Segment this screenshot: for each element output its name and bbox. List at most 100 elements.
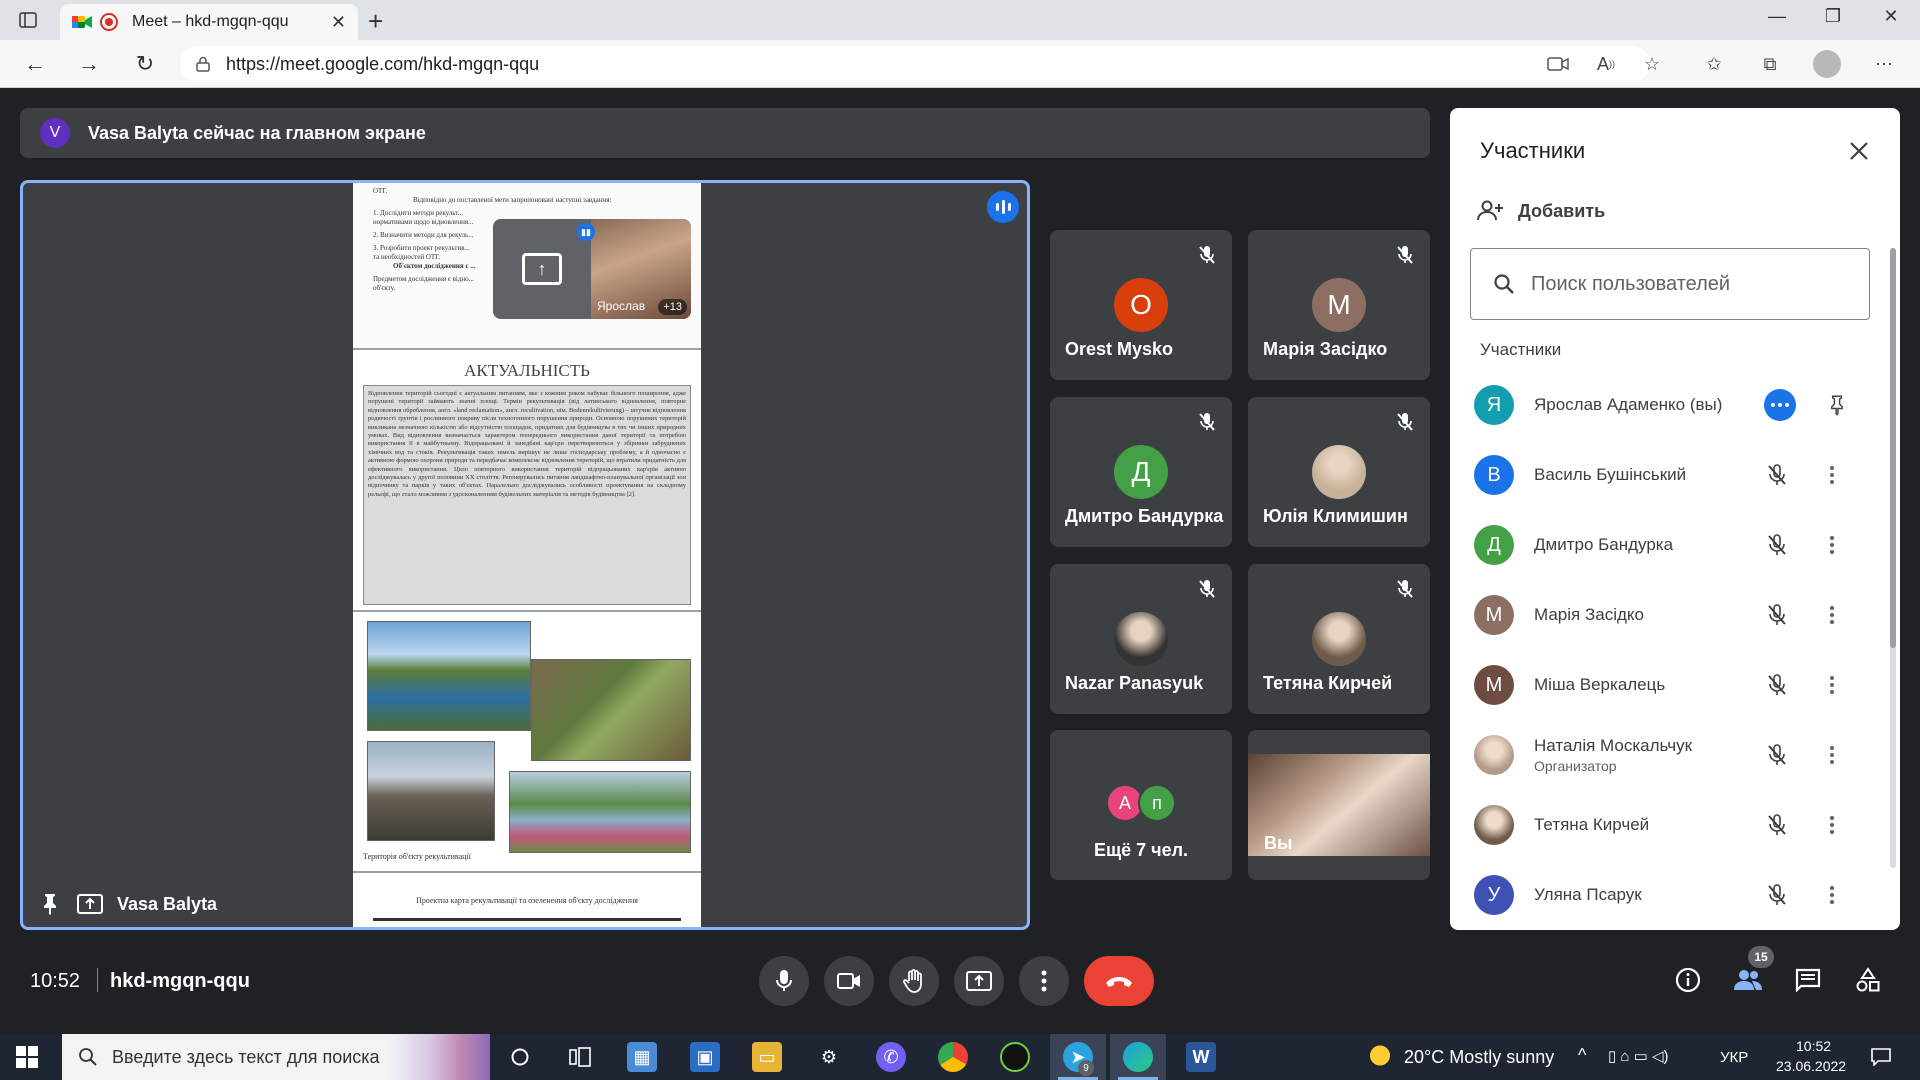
notifications-icon[interactable] bbox=[1866, 1042, 1896, 1072]
participant-name: Василь Бушінський bbox=[1534, 465, 1687, 484]
participant-avatar bbox=[1474, 805, 1514, 845]
self-tile[interactable]: Вы bbox=[1248, 730, 1430, 880]
file-explorer-icon[interactable]: ▭ bbox=[752, 1042, 782, 1072]
edge-icon[interactable] bbox=[1123, 1042, 1153, 1072]
taskbar-time[interactable]: 10:52 bbox=[1796, 1038, 1831, 1054]
mic-off-icon[interactable] bbox=[1762, 460, 1792, 490]
address-bar[interactable]: https://meet.google.com/hkd-mgqn-qqu bbox=[180, 46, 1650, 82]
mic-off-icon[interactable] bbox=[1762, 740, 1792, 770]
pin-icon[interactable] bbox=[37, 893, 63, 915]
minimize-button[interactable]: — bbox=[1762, 6, 1792, 27]
settings-app-icon[interactable]: ⚙ bbox=[814, 1042, 844, 1072]
camera-in-use-icon[interactable] bbox=[1542, 48, 1574, 80]
close-tab-icon[interactable]: ✕ bbox=[331, 12, 346, 33]
participant-row[interactable]: Тетяна Кирчей bbox=[1450, 790, 1890, 860]
participant-name: Тетяна Кирчей bbox=[1534, 815, 1650, 834]
camera-button[interactable] bbox=[824, 956, 874, 1006]
weather-icon[interactable] bbox=[1368, 1042, 1398, 1072]
tab-actions-menu-icon[interactable] bbox=[14, 8, 42, 32]
more-options-icon[interactable] bbox=[1764, 389, 1796, 421]
participant-role: Организатор bbox=[1534, 758, 1617, 774]
tab-meet[interactable]: Meet – hkd-mgqn-qqu ✕ bbox=[60, 4, 358, 40]
participant-tile[interactable]: Юлія Климишин bbox=[1248, 397, 1430, 547]
more-vert-icon[interactable] bbox=[1822, 600, 1842, 630]
more-vert-icon[interactable] bbox=[1822, 460, 1842, 490]
language-indicator[interactable]: УКР bbox=[1720, 1049, 1748, 1066]
taskbar-search-input[interactable]: Введите здесь текст для поиска bbox=[62, 1034, 490, 1080]
close-icon[interactable] bbox=[1844, 136, 1874, 166]
participant-tile[interactable]: M Марія Засідко bbox=[1248, 230, 1430, 380]
mic-off-icon bbox=[1394, 578, 1416, 600]
back-button[interactable]: ← bbox=[20, 50, 50, 78]
add-people-button[interactable]: Добавить bbox=[1476, 200, 1605, 222]
participant-row[interactable]: Я Ярослав Адаменко (вы) bbox=[1450, 370, 1890, 440]
task-view-icon[interactable] bbox=[565, 1042, 595, 1072]
reload-button[interactable]: ↻ bbox=[130, 50, 160, 78]
forward-button[interactable]: → bbox=[74, 50, 104, 78]
maximize-button[interactable]: ❐ bbox=[1818, 6, 1848, 27]
word-icon[interactable]: W bbox=[1186, 1042, 1216, 1072]
participant-name: Наталія Москальчук bbox=[1534, 736, 1693, 755]
close-window-button[interactable]: ✕ bbox=[1876, 6, 1906, 27]
mic-off-icon[interactable] bbox=[1762, 670, 1792, 700]
present-now-button[interactable] bbox=[954, 956, 1004, 1006]
mic-off-icon[interactable] bbox=[1762, 530, 1792, 560]
more-vert-icon[interactable] bbox=[1822, 880, 1842, 910]
more-options-button[interactable] bbox=[1019, 956, 1069, 1006]
info-icon bbox=[1675, 967, 1701, 993]
participant-row[interactable]: У Уляна Псарук bbox=[1450, 860, 1890, 930]
weather-text[interactable]: 20°C Mostly sunny bbox=[1404, 1047, 1554, 1068]
add-favorite-icon[interactable]: ☆ bbox=[1636, 48, 1668, 80]
participant-row[interactable]: Наталія Москальчук Организатор bbox=[1450, 720, 1890, 790]
speaking-indicator-icon bbox=[987, 191, 1019, 223]
taskbar-date[interactable]: 23.06.2022 bbox=[1776, 1058, 1846, 1074]
new-tab-button[interactable]: + bbox=[368, 6, 383, 37]
raise-hand-button[interactable] bbox=[889, 956, 939, 1006]
leave-call-button[interactable] bbox=[1084, 956, 1154, 1006]
more-vert-icon[interactable] bbox=[1822, 740, 1842, 770]
divider bbox=[97, 968, 98, 992]
participant-row[interactable]: М Міша Веркалець bbox=[1450, 650, 1890, 720]
more-participants-tile[interactable]: A п Ещё 7 чел. bbox=[1050, 730, 1232, 880]
browser-menu-icon[interactable]: ⋯ bbox=[1868, 48, 1900, 80]
more-vert-icon[interactable] bbox=[1822, 530, 1842, 560]
mic-off-icon[interactable] bbox=[1762, 810, 1792, 840]
meeting-details-button[interactable] bbox=[1668, 960, 1708, 1000]
save-disk-icon[interactable]: ▣ bbox=[690, 1042, 720, 1072]
windows-start-button[interactable] bbox=[16, 1046, 38, 1068]
participant-tile[interactable]: O Orest Mysko bbox=[1050, 230, 1232, 380]
tray-system-icons[interactable]: ▯ ⌂ ▭ ◁) bbox=[1608, 1047, 1669, 1065]
participant-row[interactable]: М Марія Засідко bbox=[1450, 580, 1890, 650]
participant-name: Ярослав Адаменко (вы) bbox=[1534, 395, 1723, 414]
self-preview-tile[interactable]: ↑ ▮▮ Ярослав +13 bbox=[493, 219, 691, 319]
mic-off-icon[interactable] bbox=[1762, 880, 1792, 910]
scrollbar-thumb[interactable] bbox=[1890, 248, 1896, 648]
participant-tile[interactable]: Д Дмитро Бандурка bbox=[1050, 397, 1232, 547]
viber-icon[interactable]: ✆ bbox=[876, 1042, 906, 1072]
search-input[interactable]: Поиск пользователей bbox=[1470, 248, 1870, 320]
main-stage[interactable]: ОТГ. Відповідно до поставленої мети запр… bbox=[20, 180, 1030, 930]
pin-icon[interactable] bbox=[1822, 390, 1852, 420]
activities-button[interactable] bbox=[1848, 960, 1888, 1000]
chat-button[interactable] bbox=[1788, 960, 1828, 1000]
calculator-icon[interactable]: ▦ bbox=[627, 1042, 657, 1072]
participant-tile[interactable]: Nazar Panasyuk bbox=[1050, 564, 1232, 714]
microphone-button[interactable] bbox=[759, 956, 809, 1006]
participant-row[interactable]: Д Дмитро Бандурка bbox=[1450, 510, 1890, 580]
participant-row[interactable]: В Василь Бушінський bbox=[1450, 440, 1890, 510]
participant-info: Дмитро Бандурка bbox=[1534, 535, 1673, 555]
collections-icon[interactable]: ⧉ bbox=[1754, 48, 1786, 80]
more-vert-icon[interactable] bbox=[1822, 670, 1842, 700]
tray-chevron-icon[interactable]: ^ bbox=[1578, 1045, 1586, 1066]
search-icon bbox=[1494, 274, 1514, 294]
cortana-icon[interactable] bbox=[505, 1042, 535, 1072]
mic-off-icon[interactable] bbox=[1762, 600, 1792, 630]
read-aloud-icon[interactable]: A)) bbox=[1590, 48, 1622, 80]
profile-avatar[interactable] bbox=[1813, 50, 1841, 78]
participant-tile[interactable]: Тетяна Кирчей bbox=[1248, 564, 1430, 714]
vpn-app-icon[interactable] bbox=[1000, 1042, 1030, 1072]
chrome-icon[interactable] bbox=[938, 1042, 968, 1072]
participant-info: Ярослав Адаменко (вы) bbox=[1534, 395, 1722, 415]
favorites-icon[interactable]: ✩ bbox=[1698, 48, 1730, 80]
more-vert-icon[interactable] bbox=[1822, 810, 1842, 840]
